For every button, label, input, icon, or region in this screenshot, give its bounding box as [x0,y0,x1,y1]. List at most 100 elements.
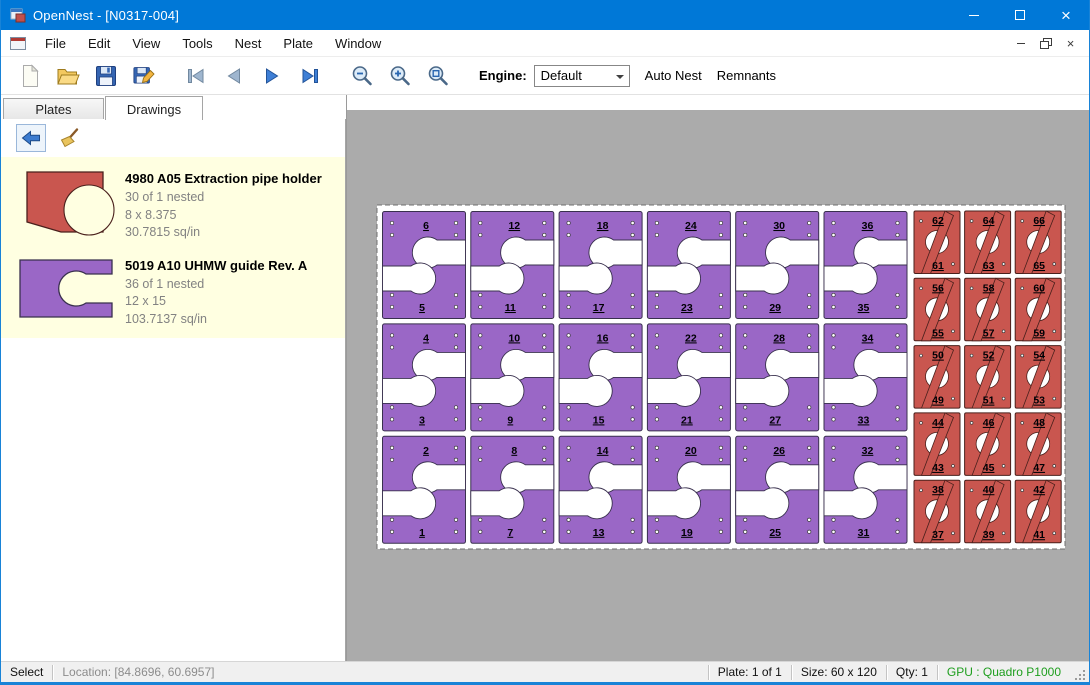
part-number: 26 [773,445,785,457]
part-number: 1 [419,527,425,539]
part-number: 48 [1033,417,1045,429]
broom-icon [58,127,80,149]
zoom-in-button[interactable] [385,61,415,91]
zoom-in-icon [387,63,413,89]
close-icon: × [1067,37,1075,50]
mdi-close-button[interactable]: × [1060,34,1081,53]
part-number: 11 [505,302,516,314]
mdi-restore-button[interactable] [1035,34,1056,53]
part-thumbnail [15,166,115,242]
statusbar-size: Size: 60 x 120 [792,662,886,682]
chevron-down-icon [616,75,624,79]
part-number: 34 [862,332,874,344]
part-number: 4 [423,332,429,344]
nav-next-plate-button[interactable] [257,61,287,91]
part-number: 46 [983,417,995,429]
clear-drawings-button[interactable] [54,124,84,152]
menu-item-view[interactable]: View [121,31,171,56]
open-file-button[interactable] [53,61,83,91]
zoom-out-button[interactable] [347,61,377,91]
part-number: 29 [769,302,781,314]
nav-last-plate-button[interactable] [295,61,325,91]
canvas-top-strip [347,95,1090,110]
maximize-button[interactable] [997,0,1043,30]
nav-first-plate-button[interactable] [181,61,211,91]
part-number: 8 [511,445,517,457]
menu-item-edit[interactable]: Edit [77,31,121,56]
drawing-nested-count: 30 of 1 nested [125,189,322,207]
part-number: 2 [423,445,429,457]
statusbar-plate: Plate: 1 of 1 [709,662,791,682]
part-number: 45 [983,462,995,474]
drawing-list: 4980 A05 Extraction pipe holder30 of 1 n… [1,157,345,338]
titlebar: OpenNest - [N0317-004] × [1,0,1089,30]
menubar: FileEditViewToolsNestPlateWindow × [1,30,1089,57]
sidebar-panel: 4980 A05 Extraction pipe holder30 of 1 n… [1,118,346,661]
part-number: 52 [983,350,995,362]
zoom-fit-button[interactable] [423,61,453,91]
part-number: 50 [932,350,944,362]
part-number: 38 [932,484,944,496]
maximize-icon [1015,10,1025,20]
part-number: 9 [507,414,513,426]
menu-item-file[interactable]: File [34,31,77,56]
zoom-out-icon [349,63,375,89]
minimize-icon [1017,43,1025,44]
menu-item-tools[interactable]: Tools [171,31,223,56]
part-number: 19 [681,527,693,539]
remnants-button[interactable]: Remnants [717,68,776,83]
part-number: 49 [932,395,944,407]
save-as-icon [131,63,157,89]
menu-item-window[interactable]: Window [324,31,392,56]
part-number: 27 [769,414,781,426]
return-part-button[interactable] [16,124,46,152]
drawing-item[interactable]: 4980 A05 Extraction pipe holder30 of 1 n… [1,161,345,248]
part-number: 51 [983,395,995,407]
menubar-items: FileEditViewToolsNestPlateWindow [34,30,392,56]
nav-prev-plate-button[interactable] [219,61,249,91]
menu-item-plate[interactable]: Plate [272,31,324,56]
close-button[interactable]: × [1043,0,1089,30]
part-number: 39 [983,529,995,541]
part-number: 24 [685,220,697,232]
part-number: 56 [932,282,944,294]
nest-canvas-svg[interactable]: 6512111817242330293635431091615222128273… [347,95,1090,661]
part-number: 14 [597,445,609,457]
part-number: 32 [862,445,874,457]
new-file-button[interactable] [15,61,45,91]
new-file-icon [17,63,43,89]
part-number: 22 [685,332,697,344]
drawing-area: 30.7815 sq/in [125,224,322,242]
part-number: 42 [1033,484,1045,496]
nest-canvas[interactable]: 6512111817242330293635431091615222128273… [346,95,1089,661]
part-number: 31 [858,527,870,539]
part-number: 15 [593,414,605,426]
part-number: 43 [932,462,944,474]
tab-drawings[interactable]: Drawings [105,96,203,120]
auto-nest-button[interactable]: Auto Nest [645,68,702,83]
engine-select[interactable]: Default [534,65,630,87]
save-icon [93,63,119,89]
engine-label: Engine: [479,68,527,83]
part-thumbnail [15,253,115,329]
window-controls: × [951,0,1089,30]
zoom-fit-icon [425,63,451,89]
drawing-item[interactable]: 5019 A10 UHMW guide Rev. A36 of 1 nested… [1,248,345,335]
sidebar-toolbar [1,119,345,157]
save-button[interactable] [91,61,121,91]
mdi-window-controls: × [1010,34,1081,53]
drawing-title: 5019 A10 UHMW guide Rev. A [125,255,307,276]
part-number: 59 [1033,327,1045,339]
minimize-button[interactable] [951,0,997,30]
mdi-minimize-button[interactable] [1010,34,1031,53]
drawing-nested-count: 36 of 1 nested [125,276,307,294]
part-number: 17 [593,302,605,314]
resize-grip[interactable] [1072,667,1088,683]
menu-item-nest[interactable]: Nest [224,31,273,56]
save-as-button[interactable] [129,61,159,91]
opennest-window: OpenNest - [N0317-004] × FileEditViewToo… [0,0,1090,685]
part-number: 6 [423,220,429,232]
tab-plates[interactable]: Plates [3,98,104,119]
part-number: 37 [932,529,944,541]
part-number: 28 [773,332,785,344]
